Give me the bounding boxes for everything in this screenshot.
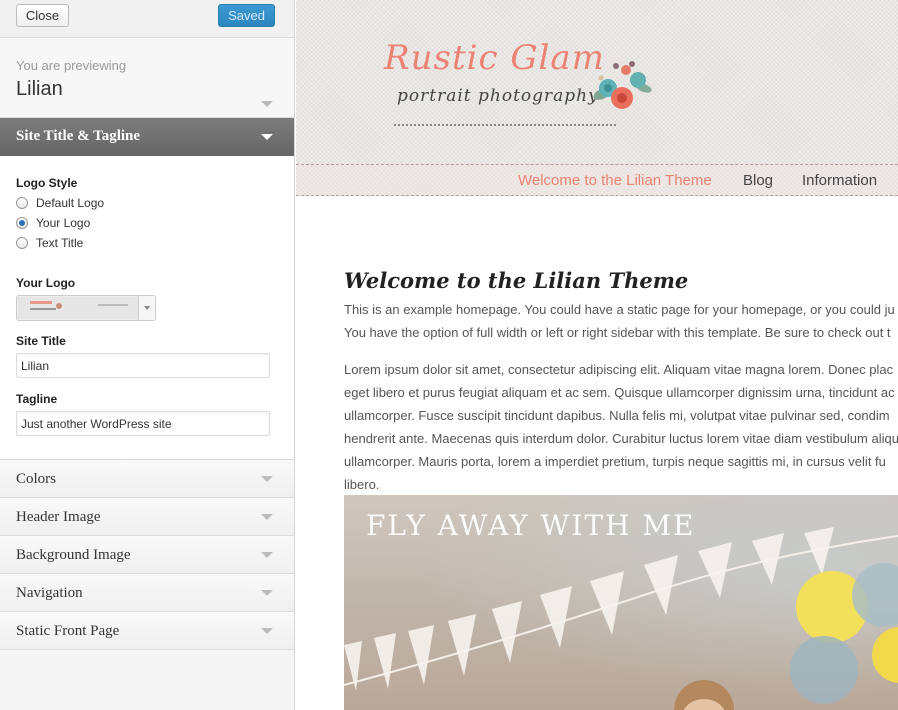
hero-title: FLY AWAY WITH ME [366, 509, 696, 542]
chevron-down-icon[interactable] [261, 101, 273, 107]
section-title-label: Site Title & Tagline [16, 128, 141, 144]
text-line: Lorem ipsum dolor sit amet, consectetur … [344, 362, 894, 377]
chevron-down-icon[interactable] [261, 514, 273, 520]
radio-text-title-label[interactable]: Text Title [36, 236, 83, 250]
customizer-topbar: Close Saved [0, 0, 294, 38]
radio-your-logo[interactable] [16, 217, 28, 229]
section-static-front-page-label: Static Front Page [16, 623, 120, 639]
section-navigation-label: Navigation [16, 585, 83, 601]
site-preview: Rustic Glam portrait photography Welcome… [296, 0, 898, 710]
text-line: libero. [344, 477, 380, 492]
section-colors[interactable]: Colors [0, 460, 294, 498]
text-line: This is an example homepage. You could h… [344, 302, 895, 317]
section-header-image-label: Header Image [16, 509, 101, 525]
tagline-label: Tagline [16, 392, 58, 406]
chevron-down-icon[interactable] [261, 552, 273, 558]
section-static-front-page[interactable]: Static Front Page [0, 612, 294, 650]
tagline-input[interactable] [16, 411, 270, 436]
logo-stitch-divider [394, 124, 616, 126]
text-line: ullamcorper. Mauris porta, lorem a imper… [344, 454, 886, 469]
nav-link-blog[interactable]: Blog [743, 172, 773, 189]
text-line: You have the option of full width or lef… [344, 325, 891, 340]
section-site-title-tagline[interactable]: Site Title & Tagline [0, 118, 294, 156]
nav-link-welcome[interactable]: Welcome to the Lilian Theme [518, 172, 712, 189]
your-logo-label: Your Logo [16, 276, 76, 290]
text-line: eget libero et purus feugiat aliquam et … [344, 385, 895, 400]
section-header-image[interactable]: Header Image [0, 498, 294, 536]
radio-default-logo[interactable] [16, 197, 28, 209]
previewing-label: You are previewing [16, 58, 127, 73]
theme-name: Lilian [16, 78, 63, 100]
site-logo-title[interactable]: Rustic Glam [384, 38, 605, 78]
logo-thumbnail [18, 297, 139, 319]
customizer-sidebar: Close Saved You are previewing Lilian Si… [0, 0, 295, 710]
lorem-paragraph: Lorem ipsum dolor sit amet, consectetur … [344, 358, 898, 496]
section-navigation[interactable]: Navigation [0, 574, 294, 612]
site-title-label: Site Title [16, 334, 66, 348]
chevron-down-icon[interactable] [261, 134, 273, 140]
logo-style-label: Logo Style [16, 176, 78, 190]
site-title-input[interactable] [16, 353, 270, 378]
theme-info-panel[interactable]: You are previewing Lilian [0, 38, 294, 118]
section-background-image-label: Background Image [16, 547, 131, 563]
radio-your-logo-label[interactable]: Your Logo [36, 216, 90, 230]
chevron-down-icon[interactable] [261, 590, 273, 596]
saved-button[interactable]: Saved [218, 4, 275, 27]
site-header: Rustic Glam portrait photography Welcome… [296, 0, 898, 196]
site-logo-subtitle: portrait photography [397, 86, 599, 106]
radio-text-title[interactable] [16, 237, 28, 249]
text-line: ullamcorper. Fusce suscipit tincidunt da… [344, 408, 890, 423]
intro-paragraph: This is an example homepage. You could h… [344, 298, 895, 344]
nav-link-information[interactable]: Information [802, 172, 877, 189]
hero-image: FLY AWAY WITH ME [344, 495, 898, 710]
chevron-down-icon[interactable] [261, 476, 273, 482]
site-title-tagline-panel: Logo Style Default Logo Your Logo Text T… [0, 156, 294, 460]
chevron-down-icon[interactable] [261, 628, 273, 634]
logo-image-select[interactable] [16, 295, 156, 321]
section-colors-label: Colors [16, 471, 57, 487]
close-button[interactable]: Close [16, 4, 69, 27]
flower-bouquet-icon [593, 61, 652, 109]
radio-default-logo-label[interactable]: Default Logo [36, 196, 104, 210]
dropdown-arrow-icon[interactable] [138, 296, 155, 320]
text-line: hendrerit ante. Maecenas quis interdum d… [344, 431, 898, 446]
page-heading: Welcome to the Lilian Theme [344, 268, 689, 293]
section-background-image[interactable]: Background Image [0, 536, 294, 574]
